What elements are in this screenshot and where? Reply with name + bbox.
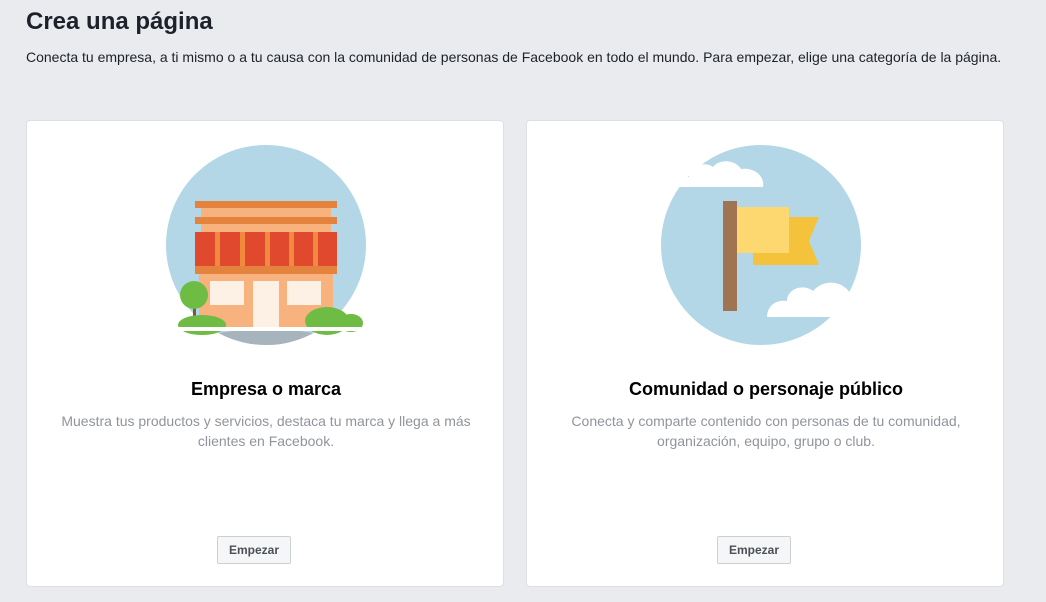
start-community-button[interactable]: Empezar bbox=[717, 536, 792, 564]
card-description: Muestra tus productos y servicios, desta… bbox=[61, 413, 471, 449]
card-description: Conecta y comparte contenido con persona… bbox=[571, 413, 961, 449]
start-business-button[interactable]: Empezar bbox=[217, 536, 292, 564]
page-subtitle: Conecta tu empresa, a ti mismo o a tu ca… bbox=[26, 49, 1002, 65]
community-card[interactable]: Comunidad o personaje público Conecta y … bbox=[526, 120, 1004, 587]
card-title: Empresa o marca bbox=[190, 379, 342, 399]
card-title: Comunidad o personaje público bbox=[628, 379, 904, 399]
storefront-icon bbox=[166, 145, 366, 345]
flag-icon bbox=[661, 145, 873, 345]
business-card[interactable]: Empresa o marca Muestra tus productos y … bbox=[26, 120, 504, 587]
page-title: Crea una página bbox=[26, 8, 213, 35]
